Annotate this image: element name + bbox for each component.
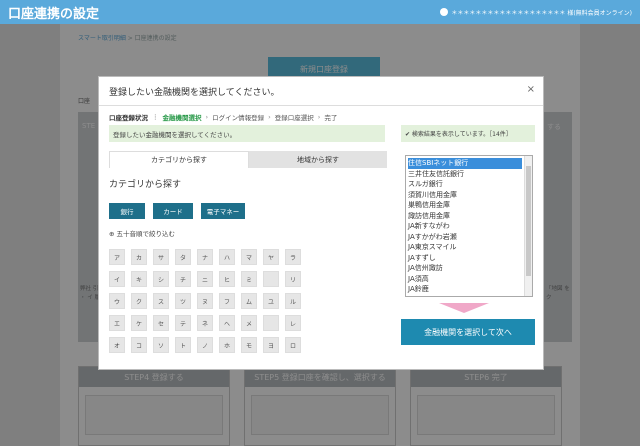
search-result-bar: ✔ 検索結果を表示しています。［14件］ [401, 125, 535, 142]
kana-filter-grid: アカサタナハマヤライキシチニヒミ リウクスツヌフムユルエケセテネヘメ レオコソトノホ… [109, 249, 301, 353]
kana-filter-button[interactable]: ク [131, 293, 147, 309]
step-chevron-icon: › [205, 113, 209, 121]
page-title: 口座連携の設定 [8, 6, 100, 22]
kana-filter-button[interactable]: ス [153, 293, 169, 309]
kana-filter-button[interactable]: エ [109, 315, 125, 331]
kana-filter-button[interactable]: リ [285, 271, 301, 287]
institution-option[interactable]: JA須高 [408, 274, 522, 285]
step-login-info: ログイン情報登録 [212, 114, 265, 122]
arrow-down-icon [439, 303, 489, 313]
kana-filter-button[interactable]: ニ [197, 271, 213, 287]
kana-filter-button[interactable]: ヒ [219, 271, 235, 287]
kana-filter-button[interactable]: テ [175, 315, 191, 331]
step-select-institution: 金融機関選択 [162, 114, 202, 122]
kana-filter-button[interactable]: ミ [241, 271, 257, 287]
kana-filter-button[interactable]: セ [153, 315, 169, 331]
kana-filter-button[interactable]: マ [241, 249, 257, 265]
kana-filter-button[interactable]: ヤ [263, 249, 279, 265]
kana-filter-button[interactable]: ア [109, 249, 125, 265]
institution-option[interactable]: スルガ銀行 [408, 179, 522, 190]
kana-filter-button[interactable]: ケ [131, 315, 147, 331]
kana-filter-button[interactable]: フ [219, 293, 235, 309]
kana-filter-button[interactable]: ノ [197, 337, 213, 353]
kana-filter-button[interactable]: イ [109, 271, 125, 287]
kana-filter-button[interactable]: モ [241, 337, 257, 353]
steps-label: 口座登録状況 [109, 114, 148, 122]
registration-steps: 口座登録状況 ⋮ 金融機関選択 › ログイン情報登録 › 登録口座選択 › 完了 [109, 112, 337, 122]
kana-filter-button[interactable]: ツ [175, 293, 191, 309]
kana-filter-button[interactable]: タ [175, 249, 191, 265]
category-bank-button[interactable]: 銀行 [109, 203, 145, 219]
kana-filter-button[interactable]: キ [131, 271, 147, 287]
kana-filter-button[interactable] [263, 271, 279, 287]
institution-option[interactable]: JA鈴鹿 [408, 284, 522, 295]
kana-filter-button[interactable]: ム [241, 293, 257, 309]
institution-option[interactable]: JAすまつちの [408, 295, 522, 297]
user-icon [440, 8, 449, 16]
institution-option[interactable]: JA新すながわ [408, 221, 522, 232]
institution-option[interactable]: 須賀川信用金庫 [408, 190, 522, 201]
step-complete: 完了 [324, 114, 338, 122]
step-chevron-icon: › [268, 113, 271, 121]
kana-filter-button[interactable]: レ [285, 315, 301, 331]
kana-filter-button[interactable]: メ [241, 315, 257, 331]
search-tabs: カテゴリから探す 地域から探す [109, 151, 387, 168]
category-section-title: カテゴリから探す [109, 180, 182, 190]
kana-filter-button[interactable]: カ [131, 249, 147, 265]
bank-select-modal: 登録したい金融機関を選択してください。 × 口座登録状況 ⋮ 金融機関選択 › … [98, 76, 544, 370]
kana-filter-button[interactable]: ソ [153, 337, 169, 353]
steps-marker: ⋮ [152, 113, 159, 121]
kana-filter-label: ⊕ 五十音順で絞り込む [109, 230, 176, 238]
kana-filter-button[interactable]: ネ [197, 315, 213, 331]
kana-filter-button[interactable]: サ [153, 249, 169, 265]
institution-option[interactable]: 諏訪信用金庫 [408, 211, 522, 222]
modal-title: 登録したい金融機関を選択してください。 [109, 88, 280, 98]
kana-filter-button[interactable]: ラ [285, 249, 301, 265]
tab-category[interactable]: カテゴリから探す [109, 151, 249, 168]
kana-filter-button[interactable]: コ [131, 337, 147, 353]
category-emoney-button[interactable]: 電子マネー [201, 203, 245, 219]
institution-option[interactable]: JAすずし [408, 253, 522, 264]
user-name: ＊＊＊＊＊＊＊＊＊＊＊＊＊＊＊＊＊＊＊ 様(無料会員オンライン) [451, 9, 632, 17]
institution-option[interactable]: JA東京スマイル [408, 242, 522, 253]
listbox-scrollbar[interactable] [524, 156, 532, 296]
kana-filter-button[interactable]: ウ [109, 293, 125, 309]
step-chevron-icon: › [317, 113, 321, 121]
kana-filter-button[interactable]: ハ [219, 249, 235, 265]
kana-filter-button[interactable]: ル [285, 293, 301, 309]
tab-region[interactable]: 地域から探す [249, 151, 387, 168]
scrollbar-thumb[interactable] [526, 166, 531, 276]
kana-filter-button[interactable] [263, 315, 279, 331]
institution-option[interactable]: JAすかがわ岩瀬 [408, 232, 522, 243]
kana-filter-button[interactable]: ト [175, 337, 191, 353]
instruction-notice: 登録したい金融機関を選択してください。 [109, 125, 385, 142]
institution-option[interactable]: 巣鴨信用金庫 [408, 200, 522, 211]
kana-filter-button[interactable]: ホ [219, 337, 235, 353]
institution-option[interactable]: 三井住友信託銀行 [408, 169, 522, 180]
select-and-next-button[interactable]: 金融機関を選択して次へ [401, 319, 535, 345]
institution-listbox[interactable]: 住信SBIネット銀行 三井住友信託銀行 スルガ銀行 須賀川信用金庫 巣鴨信用金庫 諏訪信用… [405, 155, 533, 297]
kana-filter-button[interactable]: ヘ [219, 315, 235, 331]
institution-option[interactable]: JA信州諏訪 [408, 263, 522, 274]
institution-option[interactable]: 住信SBIネット銀行 [408, 158, 522, 169]
step-select-account: 登録口座選択 [274, 114, 314, 122]
app-header: 口座連携の設定 ＊＊＊＊＊＊＊＊＊＊＊＊＊＊＊＊＊＊＊ 様(無料会員オンライン) [0, 0, 640, 24]
kana-filter-button[interactable]: チ [175, 271, 191, 287]
modal-divider [99, 105, 543, 106]
user-info[interactable]: ＊＊＊＊＊＊＊＊＊＊＊＊＊＊＊＊＊＊＊ 様(無料会員オンライン) [440, 8, 632, 17]
kana-filter-button[interactable]: ヨ [263, 337, 279, 353]
kana-filter-button[interactable]: ロ [285, 337, 301, 353]
category-buttons: 銀行 カード 電子マネー [109, 203, 245, 219]
kana-filter-button[interactable]: オ [109, 337, 125, 353]
kana-filter-button[interactable]: ヌ [197, 293, 213, 309]
institution-list: 住信SBIネット銀行 三井住友信託銀行 スルガ銀行 須賀川信用金庫 巣鴨信用金庫 諏訪信用… [406, 156, 532, 297]
kana-filter-button[interactable]: ユ [263, 293, 279, 309]
kana-filter-button[interactable]: ナ [197, 249, 213, 265]
close-icon[interactable]: × [527, 84, 535, 95]
category-card-button[interactable]: カード [153, 203, 193, 219]
kana-filter-button[interactable]: シ [153, 271, 169, 287]
